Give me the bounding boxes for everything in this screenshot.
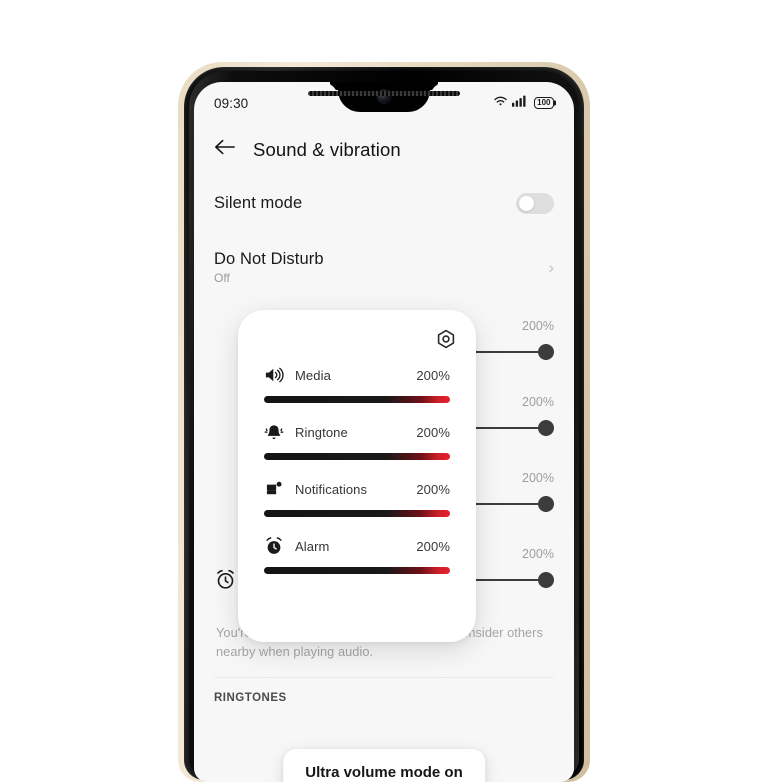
bell-ringing-icon: [264, 422, 284, 442]
bg-slider-percent: 200%: [522, 547, 554, 561]
row-title: Do Not Disturb: [214, 249, 324, 268]
volume-row-percent: 200%: [416, 538, 450, 554]
bg-slider-percent: 200%: [522, 471, 554, 485]
volume-row-ringtone[interactable]: Ringtone 200%: [238, 417, 476, 460]
volume-row-slider[interactable]: [264, 510, 450, 517]
volume-row-percent: 200%: [416, 424, 450, 440]
status-clock: 09:30: [214, 95, 249, 111]
bg-slider-thumb[interactable]: [538, 572, 554, 588]
row-title: Silent mode: [214, 193, 303, 212]
volume-row-alarm[interactable]: Alarm 200%: [238, 531, 476, 574]
settings-row-do-not-disturb[interactable]: Do Not Disturb Off ›: [194, 245, 574, 289]
volume-row-head: Media 200%: [264, 360, 450, 390]
speaker-icon: [264, 365, 284, 385]
volume-row-head: Notifications 200%: [264, 474, 450, 504]
earpiece-speaker-grille: [308, 91, 460, 96]
row-text: Do Not Disturb Off: [214, 250, 324, 285]
volume-row-notifications[interactable]: Notifications 200%: [238, 474, 476, 517]
volume-row-head: Ringtone 200%: [264, 417, 450, 447]
page-title: Sound & vibration: [253, 138, 401, 160]
section-header-ringtones: RINGTONES: [214, 692, 287, 705]
row-subtitle: Off: [214, 270, 230, 285]
cellular-signal-icon: [511, 94, 528, 112]
phone-device: 09:30 100 Sound & vibration Silent mode …: [178, 62, 590, 782]
bg-slider-thumb[interactable]: [538, 496, 554, 512]
volume-row-percent: 200%: [416, 481, 450, 497]
bg-slider-thumb[interactable]: [538, 344, 554, 360]
chevron-right-icon[interactable]: ›: [548, 259, 554, 276]
toast-message: Ultra volume mode on: [283, 749, 485, 782]
bg-slider-percent: 200%: [522, 395, 554, 409]
status-icons: 100: [493, 94, 554, 112]
alarm-clock-icon: [214, 568, 237, 591]
wifi-icon: [493, 94, 508, 112]
volume-panel: Media 200% Ringtone 200% Notifications 2…: [238, 310, 476, 642]
volume-row-slider[interactable]: [264, 396, 450, 403]
volume-row-label: Media: [295, 367, 331, 383]
settings-row-silent-mode[interactable]: Silent mode: [194, 181, 574, 225]
row-text: Silent mode: [214, 194, 302, 213]
phone-screen: 09:30 100 Sound & vibration Silent mode …: [194, 82, 574, 782]
toggle-knob: [519, 195, 534, 211]
volume-row-label: Notifications: [295, 481, 368, 497]
hex-nut-settings-icon[interactable]: [434, 328, 458, 352]
volume-row-label: Alarm: [295, 538, 330, 554]
volume-row-slider[interactable]: [264, 567, 450, 574]
bg-slider-percent: 200%: [522, 319, 554, 333]
alarm-clock-icon: [264, 536, 284, 556]
back-arrow-icon[interactable]: [214, 138, 236, 161]
volume-row-head: Alarm 200%: [264, 531, 450, 561]
silent-mode-toggle[interactable]: [516, 192, 554, 214]
battery-icon: 100: [533, 96, 554, 110]
waterdrop-notch: [338, 82, 430, 112]
volume-row-label: Ringtone: [295, 424, 348, 440]
volume-rows: Media 200% Ringtone 200% Notifications 2…: [238, 360, 476, 588]
bg-slider-thumb[interactable]: [538, 420, 554, 436]
volume-row-percent: 200%: [416, 367, 450, 383]
notification-icon: [264, 479, 284, 499]
volume-row-media[interactable]: Media 200%: [238, 360, 476, 403]
volume-row-slider[interactable]: [264, 453, 450, 460]
title-bar: Sound & vibration: [194, 124, 574, 171]
